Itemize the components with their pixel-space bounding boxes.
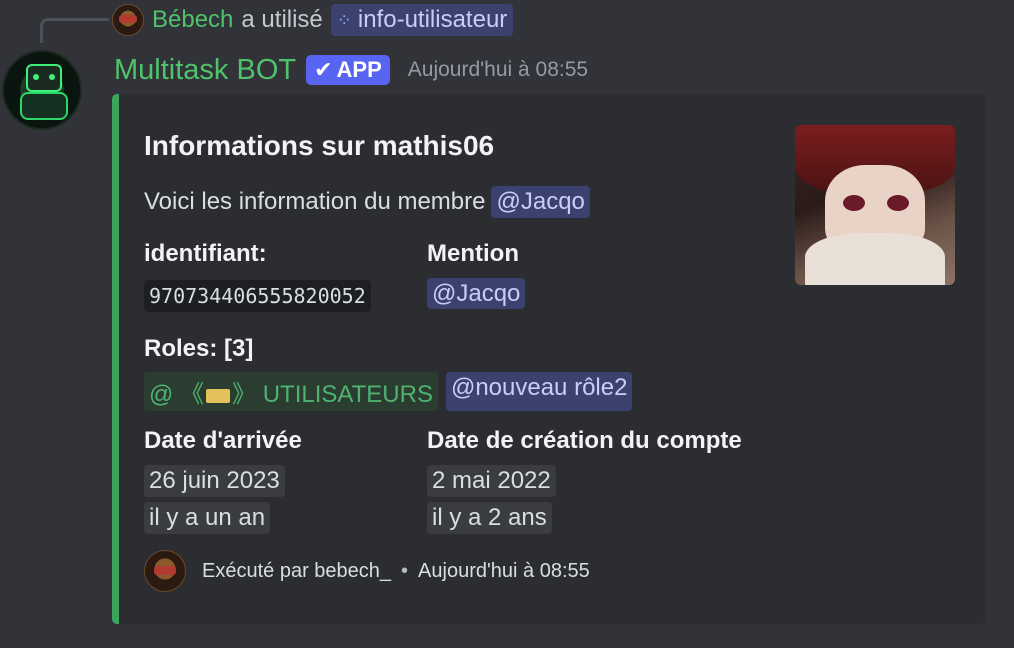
embed-description-text: Voici les information du membre bbox=[144, 188, 486, 215]
reply-user-avatar[interactable] bbox=[112, 4, 144, 36]
field-joined-date[interactable]: 26 juin 2023 bbox=[144, 465, 285, 497]
field-mention-value[interactable]: @Jacqo bbox=[427, 278, 526, 309]
verified-check-icon: ✔ bbox=[314, 57, 333, 82]
app-badge-label: APP bbox=[336, 57, 382, 82]
field-joined-label: Date d'arrivée bbox=[144, 427, 302, 454]
role-nouveau-role2[interactable]: @nouveau rôle2 bbox=[445, 372, 633, 411]
field-mention-label: Mention bbox=[427, 240, 519, 267]
field-id-label: identifiant: bbox=[144, 240, 267, 267]
command-name: info-utilisateur bbox=[357, 6, 508, 33]
role-utilisateurs[interactable]: @ 《》 UTILISATEURS bbox=[144, 372, 438, 411]
embed-thumbnail[interactable] bbox=[795, 125, 955, 285]
footer-separator: • bbox=[401, 559, 409, 582]
reply-verb: a utilisé bbox=[241, 6, 323, 33]
bot-avatar[interactable] bbox=[2, 50, 82, 130]
reply-username[interactable]: Bébech bbox=[152, 6, 233, 34]
footer-text: Exécuté par bebech_ bbox=[202, 559, 392, 582]
robot-head-icon bbox=[26, 64, 62, 92]
embed-title: Informations sur mathis06 bbox=[144, 130, 495, 161]
reply-connector bbox=[40, 18, 109, 43]
footer-avatar bbox=[144, 550, 186, 592]
field-created-date[interactable]: 2 mai 2022 bbox=[427, 465, 556, 497]
field-created-label: Date de création du compte bbox=[427, 427, 742, 454]
reply-context[interactable]: Bébech a utilisé ⁘ info-utilisateur bbox=[112, 4, 514, 36]
app-badge: ✔ APP bbox=[306, 55, 390, 85]
robot-body-icon bbox=[20, 92, 68, 120]
field-roles-label: Roles: [3] bbox=[144, 335, 254, 362]
field-joined-relative[interactable]: il y a un an bbox=[144, 502, 271, 534]
embed: Informations sur mathis06 Voici les info… bbox=[112, 94, 986, 624]
user-mention[interactable]: @Jacqo bbox=[491, 186, 590, 218]
command-chip[interactable]: ⁘ info-utilisateur bbox=[330, 4, 514, 36]
field-id-value: 970734406555820052 bbox=[144, 280, 371, 312]
author-name[interactable]: Multitask BOT bbox=[114, 54, 296, 87]
message-header: Multitask BOT ✔ APP Aujourd'hui à 08:55 bbox=[114, 52, 588, 88]
embed-footer: Exécuté par bebech_ • Aujourd'hui à 08:5… bbox=[144, 550, 590, 592]
embed-description: Voici les information du membre @Jacqo bbox=[144, 186, 590, 218]
slash-command-icon: ⁘ bbox=[336, 9, 352, 30]
roles-list: @ 《》 UTILISATEURS @nouveau rôle2 bbox=[144, 372, 633, 411]
field-created-relative[interactable]: il y a 2 ans bbox=[427, 502, 552, 534]
message-timestamp[interactable]: Aujourd'hui à 08:55 bbox=[408, 58, 588, 82]
ticket-icon bbox=[206, 388, 231, 403]
footer-timestamp: Aujourd'hui à 08:55 bbox=[418, 559, 590, 582]
